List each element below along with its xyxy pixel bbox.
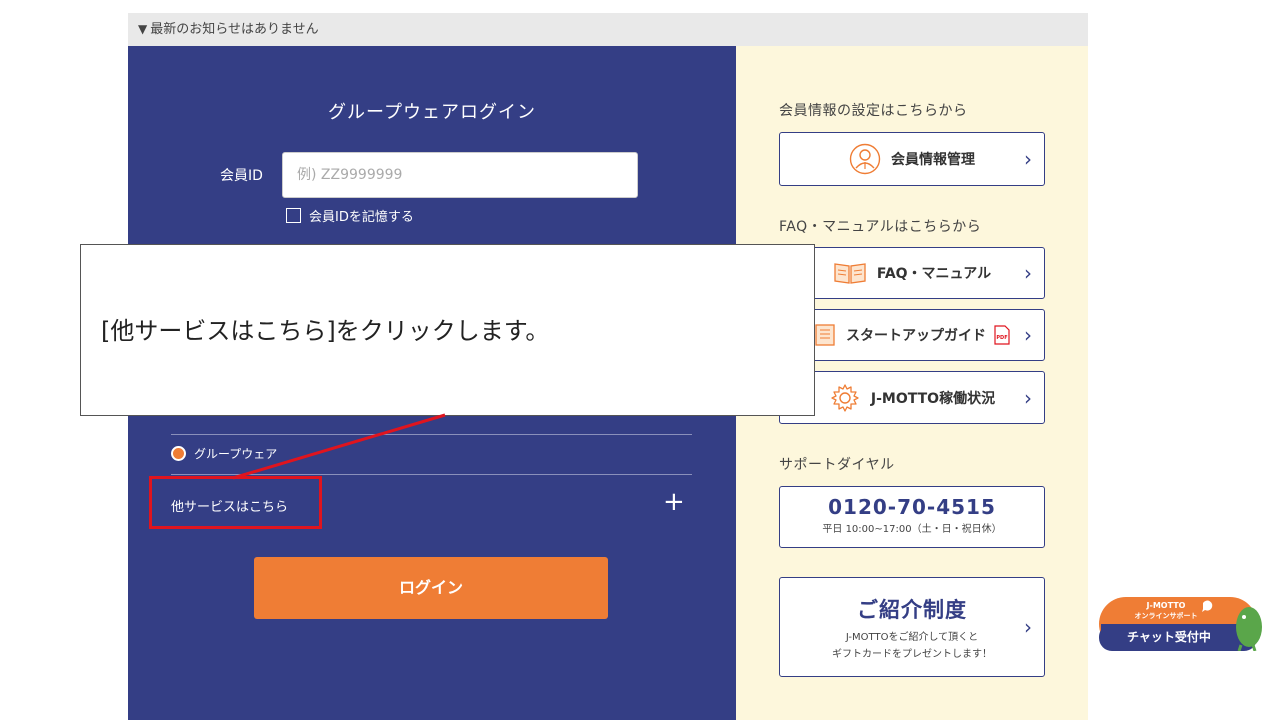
chat-brand: J-MOTTO: [1146, 601, 1186, 610]
member-id-label: 会員ID: [220, 168, 263, 184]
book-icon: [833, 261, 867, 285]
expand-plus-icon[interactable]: +: [663, 489, 685, 515]
divider: [171, 434, 692, 435]
support-hours: 平日 10:00~17:00（土・日・祝日休）: [822, 524, 1002, 535]
highlight-box: [149, 476, 322, 529]
support-phone-number: 0120-70-4515: [828, 495, 996, 519]
instruction-text: [他サービスはこちら]をクリックします。: [101, 317, 550, 345]
login-button[interactable]: ログイン: [254, 557, 608, 619]
radio-selected-icon[interactable]: [171, 446, 186, 461]
member-info-label: 会員情報管理: [891, 152, 975, 168]
chat-status: チャット受付中: [1127, 630, 1211, 644]
member-info-button[interactable]: 会員情報管理 ›: [779, 132, 1045, 186]
notice-bar[interactable]: ▼ 最新のお知らせはありません: [128, 13, 1088, 46]
divider: [171, 474, 692, 475]
faq-heading: FAQ・マニュアルはこちらから: [779, 219, 982, 235]
svg-text:PDF: PDF: [996, 335, 1007, 341]
pdf-icon: PDF: [994, 325, 1010, 345]
chevron-right-icon: ›: [1024, 323, 1032, 347]
faq-manual-label: FAQ・マニュアル: [876, 266, 992, 282]
startup-guide-label: スタートアップガイド: [846, 328, 986, 344]
remember-id-label: 会員IDを記憶する: [309, 210, 414, 225]
chevron-right-icon: ›: [1024, 147, 1032, 171]
instruction-callout: [他サービスはこちら]をクリックします。: [80, 244, 815, 416]
chevron-right-icon: ›: [1024, 385, 1032, 410]
remember-id-checkbox[interactable]: 会員IDを記憶する: [286, 206, 414, 225]
chat-subtitle: オンラインサポート: [1134, 612, 1198, 620]
system-status-button[interactable]: J-MOTTO稼働状況 ›: [779, 371, 1045, 424]
system-status-label: J-MOTTO稼働状況: [870, 390, 996, 407]
gear-icon: [829, 382, 861, 414]
groupware-radio[interactable]: グループウェア: [171, 445, 277, 462]
member-id-input[interactable]: [282, 152, 638, 198]
startup-guide-button[interactable]: スタートアップガイド PDF ›: [779, 309, 1045, 361]
member-settings-heading: 会員情報の設定はこちらから: [779, 103, 968, 119]
notice-text: 最新のお知らせはありません: [150, 22, 319, 37]
chevron-right-icon: ›: [1024, 615, 1032, 639]
user-icon: [849, 143, 881, 175]
referral-title: ご紹介制度: [857, 598, 967, 622]
guide-book-icon: [814, 323, 836, 347]
referral-program-button[interactable]: ご紹介制度 J-MOTTOをご紹介して頂くと ギフトカードをプレゼントします！ …: [779, 577, 1045, 677]
support-dial-box[interactable]: 0120-70-4515 平日 10:00~17:00（土・日・祝日休）: [779, 486, 1045, 548]
support-dial-heading: サポートダイヤル: [779, 457, 895, 473]
chat-support-badge[interactable]: J-MOTTO オンラインサポート チャット受付中: [1099, 597, 1271, 652]
faq-manual-button[interactable]: FAQ・マニュアル ›: [779, 247, 1045, 299]
chevron-right-icon: ›: [1024, 261, 1032, 285]
login-title: グループウェアログイン: [328, 102, 536, 123]
triangle-down-icon: ▼: [138, 22, 148, 36]
referral-description: J-MOTTOをご紹介して頂くと ギフトカードをプレゼントします！: [832, 632, 992, 660]
groupware-label: グループウェア: [194, 447, 278, 461]
checkbox-box[interactable]: [286, 208, 301, 223]
